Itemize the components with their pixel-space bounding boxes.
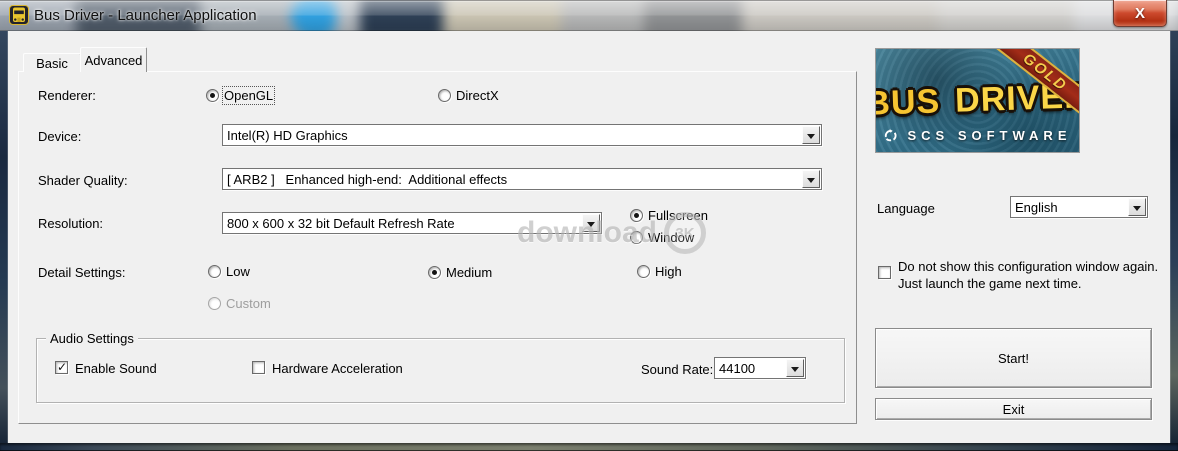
fullscreen-label[interactable]: Fullscreen <box>648 208 708 223</box>
language-value: English <box>1015 200 1058 215</box>
detail-high-label[interactable]: High <box>655 264 682 279</box>
window-frame-left <box>0 31 8 451</box>
start-button[interactable]: Start! <box>875 328 1152 388</box>
chevron-down-icon <box>587 222 595 227</box>
close-icon: X <box>1135 6 1145 21</box>
scs-brand-label: SCS SOFTWARE <box>907 128 1071 143</box>
tab-advanced-label: Advanced <box>85 53 143 68</box>
close-button[interactable]: X <box>1113 0 1167 27</box>
shader-quality-label: Shader Quality: <box>38 173 128 188</box>
tab-basic[interactable]: Basic <box>23 53 81 72</box>
language-combobox[interactable]: English <box>1010 196 1148 218</box>
detail-low-label[interactable]: Low <box>226 264 250 279</box>
language-label: Language <box>877 201 935 216</box>
chevron-down-icon <box>1133 206 1141 211</box>
exit-button[interactable]: Exit <box>875 398 1152 420</box>
renderer-opengl-radio[interactable] <box>206 89 219 102</box>
renderer-directx-radio[interactable] <box>438 89 451 102</box>
chevron-down-icon <box>807 134 815 139</box>
chevron-down-icon <box>791 367 799 372</box>
fullscreen-radio[interactable] <box>630 209 643 222</box>
enable-sound-checkbox[interactable] <box>55 361 68 374</box>
renderer-opengl-label[interactable]: OpenGL <box>224 88 273 103</box>
window-title: Bus Driver - Launcher Application <box>34 7 257 24</box>
sound-rate-label: Sound Rate: <box>641 362 713 377</box>
sound-rate-combobox[interactable]: 44100 <box>714 357 806 379</box>
logo-word-bus: BUS <box>875 82 941 124</box>
language-dropdown-button[interactable] <box>1128 198 1146 216</box>
shader-dropdown-button[interactable] <box>802 170 820 188</box>
detail-settings-label: Detail Settings: <box>38 265 125 280</box>
enable-sound-label[interactable]: Enable Sound <box>75 361 157 376</box>
shader-quality-combobox[interactable]: [ ARB2 ] Enhanced high-end: Additional e… <box>222 168 822 190</box>
audio-settings-legend: Audio Settings <box>46 331 138 346</box>
hardware-acceleration-label[interactable]: Hardware Acceleration <box>272 361 403 376</box>
chevron-down-icon <box>807 178 815 183</box>
launcher-window: Bus Driver - Launcher Application X Basi… <box>0 0 1178 451</box>
resolution-combobox[interactable]: 800 x 600 x 32 bit Default Refresh Rate <box>222 212 602 234</box>
sound-rate-dropdown-button[interactable] <box>786 359 804 377</box>
tab-basic-label: Basic <box>36 56 68 71</box>
renderer-label: Renderer: <box>38 88 96 103</box>
device-combobox[interactable]: Intel(R) HD Graphics <box>222 124 822 146</box>
resolution-value: 800 x 600 x 32 bit Default Refresh Rate <box>227 216 455 231</box>
hardware-acceleration-checkbox[interactable] <box>252 361 265 374</box>
detail-medium-label[interactable]: Medium <box>446 265 492 280</box>
resolution-label: Resolution: <box>38 216 103 231</box>
resolution-dropdown-button[interactable] <box>582 214 600 232</box>
window-frame-bottom <box>0 443 1178 451</box>
detail-custom-radio <box>208 297 221 310</box>
dont-show-again-label[interactable]: Do not show this configuration window ag… <box>898 259 1160 292</box>
detail-low-radio[interactable] <box>208 265 221 278</box>
exit-button-label: Exit <box>1003 402 1025 417</box>
tab-advanced[interactable]: Advanced <box>80 47 147 72</box>
dont-show-again-checkbox[interactable] <box>878 266 891 279</box>
window-frame-right <box>1170 31 1178 451</box>
window-mode-label[interactable]: Window <box>648 230 694 245</box>
device-value: Intel(R) HD Graphics <box>227 128 348 143</box>
titlebar: Bus Driver - Launcher Application X <box>0 0 1178 31</box>
detail-custom-label: Custom <box>226 296 271 311</box>
detail-high-radio[interactable] <box>637 265 650 278</box>
bus-app-icon <box>9 5 29 25</box>
scs-brand-row: SCS SOFTWARE <box>876 128 1079 143</box>
detail-medium-radio[interactable] <box>428 266 441 279</box>
renderer-directx-label[interactable]: DirectX <box>456 88 499 103</box>
start-button-label: Start! <box>998 351 1029 366</box>
device-dropdown-button[interactable] <box>802 126 820 144</box>
scs-logo-icon <box>883 128 898 143</box>
sound-rate-value: 44100 <box>719 361 755 376</box>
device-label: Device: <box>38 129 81 144</box>
bus-driver-gold-logo: BUS DRIVER GOLD SCS SOFTWARE <box>875 48 1080 153</box>
shader-quality-value: [ ARB2 ] Enhanced high-end: Additional e… <box>227 172 507 187</box>
window-mode-radio[interactable] <box>630 231 643 244</box>
